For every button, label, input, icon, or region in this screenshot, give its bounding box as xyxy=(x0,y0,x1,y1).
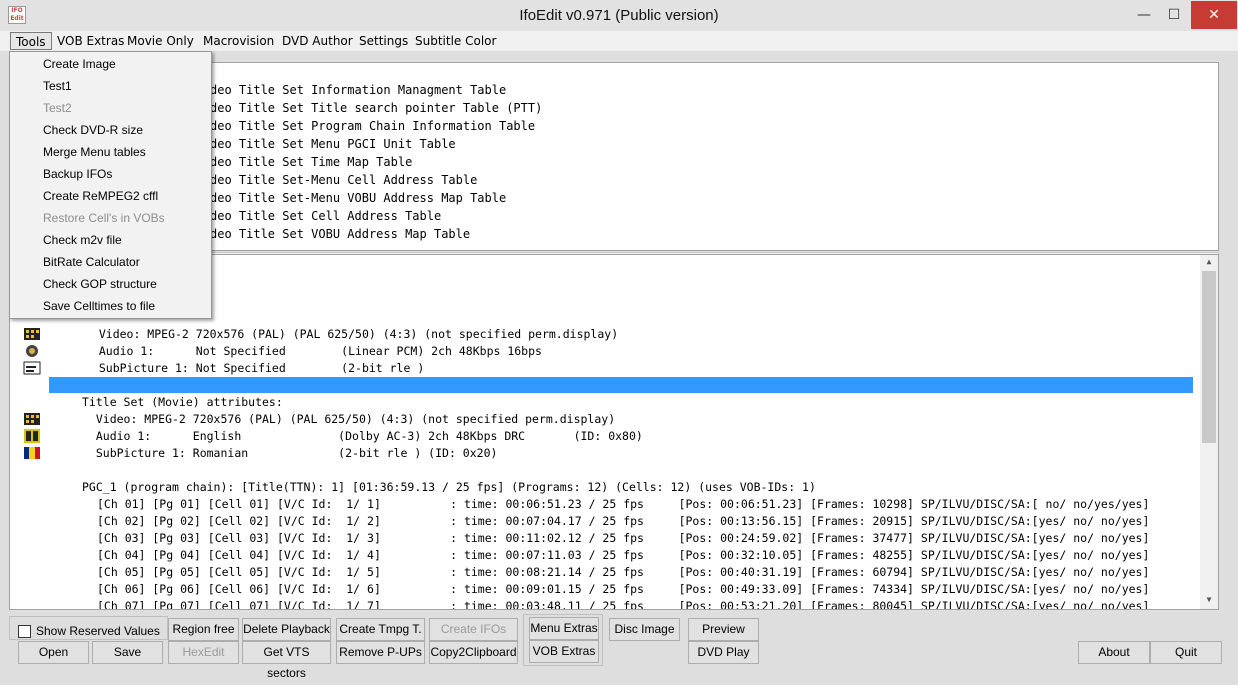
list-item[interactable]: deo Title Set Menu PGCI Unit Table xyxy=(210,137,456,151)
delete-playback-button[interactable]: Delete Playback xyxy=(242,618,331,641)
menu-item-check-m2v[interactable]: Check m2v file xyxy=(43,229,122,251)
cell-row[interactable]: [Ch 05] [Pg 05] [Cell 05] [V/C Id: 1/ 5]… xyxy=(97,564,1149,581)
title-bar: IFO Edit IfoEdit v0.971 (Public version)… xyxy=(0,0,1238,31)
menu-item-check-gop[interactable]: Check GOP structure xyxy=(43,273,157,295)
film-icon xyxy=(24,328,40,340)
cell-row[interactable]: [Ch 07] [Pg 07] [Cell 07] [V/C Id: 1/ 7]… xyxy=(97,598,1149,609)
selected-row-highlight[interactable] xyxy=(49,377,1193,393)
create-ifos-button: Create IFOs xyxy=(429,618,518,641)
list-item[interactable]: deo Title Set Time Map Table xyxy=(210,155,412,169)
romania-flag-icon xyxy=(24,447,40,459)
create-tmpg-button[interactable]: Create Tmpg T. xyxy=(336,618,425,641)
menu-item-bitrate-calculator[interactable]: BitRate Calculator xyxy=(43,251,140,273)
cell-row[interactable]: [Ch 04] [Pg 04] [Cell 04] [V/C Id: 1/ 4]… xyxy=(97,547,1149,564)
window-title: IfoEdit v0.971 (Public version) xyxy=(519,7,719,24)
menu-tools[interactable]: Tools xyxy=(10,32,52,50)
pgc-header: PGC_1 (program chain): [Title(TTN): 1] [… xyxy=(82,480,816,494)
menu-item-test1[interactable]: Test1 xyxy=(43,75,72,97)
menu-vob-extras[interactable]: VOB Extras xyxy=(52,32,129,50)
scroll-up-icon[interactable]: ▲ xyxy=(1200,257,1218,266)
cell-row[interactable]: [Ch 03] [Pg 03] [Cell 03] [V/C Id: 1/ 3]… xyxy=(97,530,1149,547)
copy-to-clipboard-button[interactable]: Copy2Clipboard xyxy=(429,641,518,664)
speaker-icon xyxy=(26,345,38,357)
menu-bar: Tools VOB Extras Movie Only Macrovision … xyxy=(0,31,1238,51)
menu-subtitle-color[interactable]: Subtitle Color xyxy=(410,32,501,50)
menu-item-test2: Test2 xyxy=(43,101,72,115)
list-item[interactable]: deo Title Set-Menu Cell Address Table xyxy=(210,173,477,187)
list-item[interactable]: deo Title Set-Menu VOBU Address Map Tabl… xyxy=(210,191,506,205)
about-button[interactable]: About xyxy=(1078,641,1150,664)
save-button[interactable]: Save xyxy=(92,641,163,664)
disc-image-button[interactable]: Disc Image xyxy=(609,618,680,641)
cell-row[interactable]: [Ch 06] [Pg 06] [Cell 06] [V/C Id: 1/ 6]… xyxy=(97,581,1149,598)
menu-item-create-image[interactable]: Create Image xyxy=(43,53,116,75)
cell-row[interactable]: [Ch 01] [Pg 01] [Cell 01] [V/C Id: 1/ 1]… xyxy=(97,496,1149,513)
menu-movie-only[interactable]: Movie Only xyxy=(122,32,199,50)
list-item[interactable]: deo Title Set Title search pointer Table… xyxy=(210,101,542,115)
menu-subpicture-attr: SubPicture 1: Not Specified (2-bit rle ) xyxy=(85,361,425,375)
menu-audio-attr: Audio 1: Not Specified (Linear PCM) 2ch … xyxy=(85,344,542,358)
title-set-subpicture-attr: SubPicture 1: Romanian (2-bit rle ) (ID:… xyxy=(82,446,498,460)
minimize-button[interactable]: — xyxy=(1130,1,1158,29)
title-set-video-attr: Video: MPEG-2 720x576 (PAL) (PAL 625/50)… xyxy=(82,412,616,426)
menu-item-merge-menu-tables[interactable]: Merge Menu tables xyxy=(43,141,146,163)
vertical-scrollbar[interactable]: ▲ ▼ xyxy=(1200,255,1218,609)
menu-video-attr: Video: MPEG-2 720x576 (PAL) (PAL 625/50)… xyxy=(85,327,619,341)
show-reserved-label[interactable]: Show Reserved Values xyxy=(36,622,160,640)
region-free-button[interactable]: Region free xyxy=(168,618,239,641)
close-button[interactable]: ✕ xyxy=(1191,1,1237,29)
title-set-header: Title Set (Movie) attributes: xyxy=(82,395,283,409)
quit-button[interactable]: Quit xyxy=(1150,641,1222,664)
subtitle-icon xyxy=(23,361,41,375)
scroll-down-icon[interactable]: ▼ xyxy=(1200,595,1218,604)
preview-button[interactable]: Preview xyxy=(688,618,759,641)
film-icon xyxy=(24,413,40,425)
menu-item-restore-cells: Restore Cell's in VOBs xyxy=(43,211,165,225)
menu-item-check-dvdr-size[interactable]: Check DVD-R size xyxy=(43,119,143,141)
menu-extras-button[interactable]: Menu Extras xyxy=(529,617,599,640)
title-set-audio-attr: Audio 1: English (Dolby AC-3) 2ch 48Kbps… xyxy=(82,429,643,443)
menu-settings[interactable]: Settings xyxy=(354,32,413,50)
hexedit-button: HexEdit xyxy=(168,641,239,664)
list-item[interactable]: deo Title Set VOBU Address Map Table xyxy=(210,227,470,241)
dvd-play-button[interactable]: DVD Play xyxy=(688,641,759,664)
menu-macrovision[interactable]: Macrovision xyxy=(198,32,279,50)
menu-item-save-celltimes[interactable]: Save Celltimes to file xyxy=(43,295,155,317)
list-item[interactable]: deo Title Set Program Chain Information … xyxy=(210,119,535,133)
menu-item-create-rempeg2[interactable]: Create ReMPEG2 cffl xyxy=(43,185,158,207)
vob-extras-button[interactable]: VOB Extras xyxy=(529,640,599,663)
list-item[interactable]: deo Title Set Information Managment Tabl… xyxy=(210,83,506,97)
cell-row[interactable]: [Ch 02] [Pg 02] [Cell 02] [V/C Id: 1/ 2]… xyxy=(97,513,1149,530)
show-reserved-checkbox[interactable] xyxy=(18,625,31,638)
menu-dvd-author[interactable]: DVD Author xyxy=(277,32,358,50)
dolby-icon xyxy=(24,429,40,443)
tools-dropdown-menu: Create Image Test1 Test2 Check DVD-R siz… xyxy=(9,51,212,319)
menu-item-backup-ifos[interactable]: Backup IFOs xyxy=(43,163,112,185)
maximize-button[interactable]: ☐ xyxy=(1160,1,1188,29)
open-button[interactable]: Open xyxy=(18,641,89,664)
scroll-thumb[interactable] xyxy=(1202,271,1216,443)
list-item[interactable]: deo Title Set Cell Address Table xyxy=(210,209,441,223)
get-vts-sectors-button[interactable]: Get VTS sectors xyxy=(242,641,331,680)
remove-pups-button[interactable]: Remove P-UPs xyxy=(336,641,425,664)
